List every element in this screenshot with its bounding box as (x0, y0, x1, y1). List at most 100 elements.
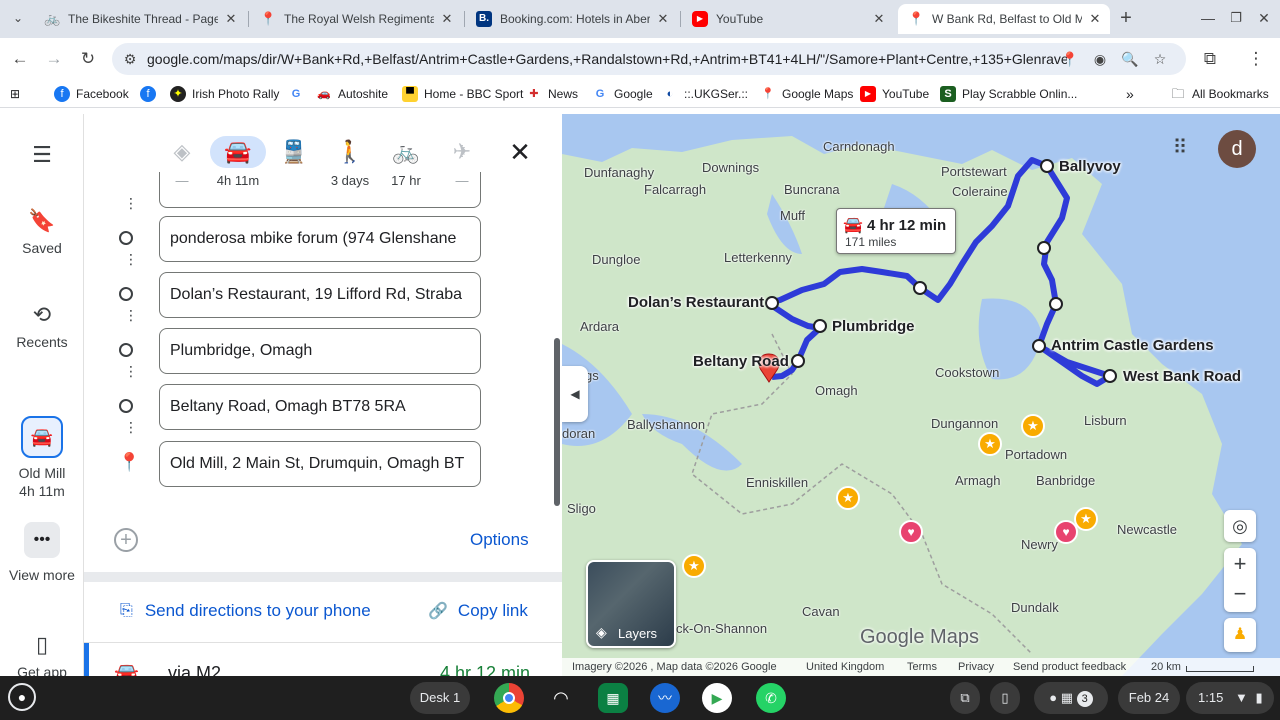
more-bookmarks-icon[interactable]: » (1126, 85, 1134, 103)
waypoint-marker[interactable] (1037, 241, 1051, 255)
bookmark-scrabble[interactable]: S Play Scrabble Onlin... (940, 85, 1077, 103)
waypoint-input-previous[interactable] (159, 172, 481, 208)
waypoint-label[interactable]: Plumbridge (832, 318, 915, 335)
close-icon[interactable]: ✕ (222, 10, 240, 28)
date-display[interactable]: Feb 24 (1118, 682, 1180, 714)
bookmark-autoshite[interactable]: 🚗 Autoshite (316, 85, 388, 103)
waypoint-marker[interactable] (791, 354, 805, 368)
zoom-icon[interactable]: 🔍 (1120, 49, 1140, 69)
close-icon[interactable]: ✕ (1086, 10, 1104, 28)
status-tray[interactable]: 1:15 ▼ ▮ (1186, 682, 1274, 714)
waypoint-marker[interactable] (1040, 159, 1054, 173)
zoom-in-button[interactable]: + (1224, 548, 1256, 580)
google-apps-icon[interactable]: ⠿ (1168, 136, 1192, 160)
desk-switcher[interactable]: Desk 1 (410, 682, 470, 714)
bookmark-youtube[interactable]: ▶ YouTube (860, 85, 929, 103)
route-callout[interactable]: 🚘 4 hr 12 min 171 miles (836, 208, 956, 254)
tab-search-icon[interactable]: ⌄ (6, 6, 30, 30)
bookmark-news[interactable]: ✚ News (526, 85, 578, 103)
waypoint-label[interactable]: Antrim Castle Gardens (1051, 337, 1214, 354)
waypoint-marker[interactable] (913, 281, 927, 295)
site-info-icon[interactable]: ⚙ (120, 49, 140, 69)
bookmark-facebook[interactable]: f Facebook (54, 85, 129, 103)
recents-button[interactable]: ⟲ Recents (0, 302, 84, 350)
terms-link[interactable]: Terms (907, 661, 937, 673)
saved-button[interactable]: 🔖 Saved (0, 208, 84, 256)
bookmark-bbc-sport[interactable]: ▀ Home - BBC Sport (402, 85, 523, 103)
region-link[interactable]: United Kingdom (806, 661, 884, 673)
address-bar[interactable]: ⚙ google.com/maps/dir/W+Bank+Rd,+Belfast… (112, 43, 1186, 75)
notifications-tray[interactable]: ● ▦ 3 (1034, 682, 1108, 714)
map-canvas[interactable]: Carndonagh Dunfanaghy Downings Falcarrag… (562, 114, 1280, 676)
waypoint-marker[interactable] (1103, 369, 1117, 383)
forward-button[interactable]: → (42, 47, 66, 71)
add-destination-button[interactable]: + (114, 528, 138, 552)
waypoint-input-4[interactable]: Beltany Road, Omagh BT78 5RA (159, 384, 481, 430)
menu-button[interactable]: ☰ (0, 142, 84, 174)
analytics-icon[interactable]: 〰 (650, 683, 680, 713)
close-icon[interactable]: ✕ (438, 10, 456, 28)
get-app-button[interactable]: ▯ Get app (0, 632, 84, 680)
star-place-icon[interactable]: ★ (1074, 507, 1098, 531)
mode-transit[interactable]: 🚆 (270, 136, 318, 173)
window-close-icon[interactable]: ✕ (1252, 6, 1276, 30)
tab-bikeshite[interactable]: 🚲 The Bikeshite Thread - Page 3 ✕ (34, 4, 246, 34)
bookmark-google[interactable]: G (288, 85, 310, 103)
star-place-icon[interactable]: ★ (682, 554, 706, 578)
zoom-out-button[interactable]: − (1224, 580, 1256, 612)
bookmark-ukgser[interactable]: ◐::.UKGSer.:: (662, 85, 748, 103)
maps-extension-icon[interactable]: ◉ (1090, 49, 1110, 69)
star-place-icon[interactable]: ★ (1021, 414, 1045, 438)
launcher-icon[interactable]: ● (8, 683, 36, 711)
star-place-icon[interactable]: ★ (836, 486, 860, 510)
back-button[interactable]: ← (8, 47, 32, 71)
waypoint-marker[interactable] (1049, 297, 1063, 311)
apps-grid-icon[interactable]: ⊞ (10, 85, 20, 103)
privacy-link[interactable]: Privacy (958, 661, 994, 673)
app-grid-icon[interactable]: ▦ (598, 683, 628, 713)
heart-place-icon[interactable]: ♥ (1054, 520, 1078, 544)
layers-button[interactable]: ◈ Layers (586, 560, 676, 648)
waypoint-input-3[interactable]: Plumbridge, Omagh (159, 328, 481, 374)
tab-booking[interactable]: B. Booking.com: Hotels in Abery ✕ (466, 4, 678, 34)
whatsapp-icon[interactable]: ✆ (756, 683, 786, 713)
pegman-icon[interactable]: ♟ (1224, 618, 1256, 652)
menu-icon[interactable]: ⋮ (1244, 47, 1268, 71)
my-location-button[interactable]: ◎ (1224, 510, 1256, 542)
star-place-icon[interactable]: ★ (978, 432, 1002, 456)
tab-royal-welsh[interactable]: 📍 The Royal Welsh Regimental ✕ (250, 4, 462, 34)
chrome-icon[interactable] (494, 683, 524, 713)
recent-route-button[interactable]: 🚘 (21, 416, 63, 458)
all-bookmarks[interactable]: 🗀 All Bookmarks (1170, 85, 1268, 103)
new-tab-button[interactable]: + (1114, 6, 1138, 30)
feedback-link[interactable]: Send product feedback (1013, 661, 1126, 673)
minimize-icon[interactable]: — (1196, 6, 1220, 30)
bookmark-facebook-2[interactable]: f (140, 85, 162, 103)
play-store-icon[interactable]: ▶ (702, 683, 732, 713)
view-more-icon[interactable]: ••• (24, 522, 60, 558)
copy-link-button[interactable]: 🔗 Copy link (428, 601, 528, 621)
waypoint-marker[interactable] (813, 319, 827, 333)
restore-icon[interactable]: ❐ (1224, 6, 1248, 30)
waypoint-label[interactable]: Beltany Road (693, 353, 789, 370)
route-option[interactable]: 🚘 via M2 4 hr 12 min (84, 642, 562, 676)
tab-youtube[interactable]: ▶ YouTube ✕ (682, 4, 894, 34)
scale-label[interactable]: 20 km (1151, 661, 1181, 673)
bookmark-google-maps[interactable]: 📍 Google Maps (760, 85, 853, 103)
recent-route-label[interactable]: Old Mill 4h 11m (0, 464, 84, 500)
close-icon[interactable]: ✕ (870, 10, 888, 28)
send-to-phone-link[interactable]: ⎘ Send directions to your phone (120, 601, 371, 621)
bookmark-google-2[interactable]: G Google (592, 85, 653, 103)
waypoint-label[interactable]: Ballyvoy (1059, 158, 1121, 175)
view-more-label[interactable]: View more (0, 566, 84, 585)
waypoint-marker[interactable] (1032, 339, 1046, 353)
waypoints-scrollbar[interactable] (554, 338, 560, 506)
bookmark-star-icon[interactable]: ☆ (1150, 49, 1170, 69)
tab-maps-directions[interactable]: 📍 W Bank Rd, Belfast to Old Mill ✕ (898, 4, 1110, 34)
location-icon[interactable]: 📍 (1060, 49, 1080, 69)
close-icon[interactable]: ✕ (654, 10, 672, 28)
options-button[interactable]: Options (470, 530, 529, 550)
waypoint-label[interactable]: Dolan’s Restaurant (628, 294, 764, 311)
waypoint-input-1[interactable]: ponderosa mbike forum (974 Glenshane (159, 216, 481, 262)
waypoint-label[interactable]: West Bank Road (1123, 368, 1241, 385)
